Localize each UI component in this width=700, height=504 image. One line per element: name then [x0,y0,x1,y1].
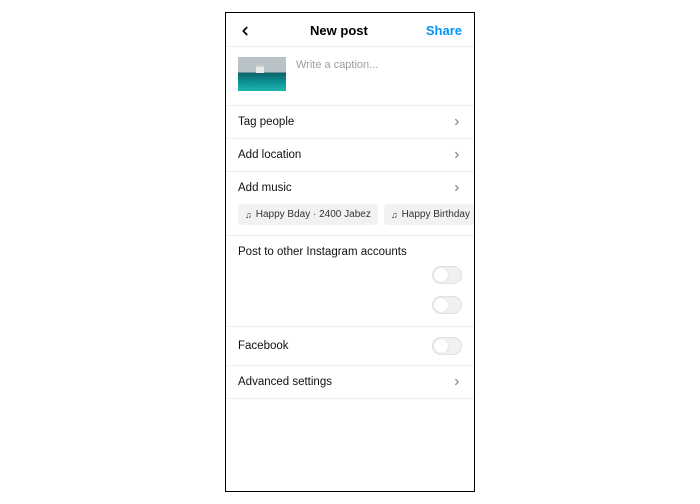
advanced-settings-row[interactable]: Advanced settings [226,366,474,399]
chevron-right-icon [452,183,462,193]
facebook-toggle[interactable] [432,337,462,355]
facebook-label: Facebook [238,340,289,352]
chevron-right-icon [452,377,462,387]
add-music-label: Add music [238,182,292,194]
chevron-right-icon [452,117,462,127]
account-toggle-row-1 [226,260,474,290]
account-toggle-2[interactable] [432,296,462,314]
music-note-icon: ♫ [245,210,252,220]
music-chip-label: Happy Bday · 2400 Jabez [256,209,371,220]
account-toggle-1[interactable] [432,266,462,284]
add-location-label: Add location [238,149,301,161]
caption-row: Write a caption... [226,47,474,106]
facebook-row[interactable]: Facebook [226,327,474,366]
account-toggle-row-2 [226,290,474,320]
music-chip[interactable]: ♫ Happy Bday · 2400 Jabez [238,204,378,225]
share-button[interactable]: Share [426,23,462,38]
add-location-row[interactable]: Add location [226,139,474,172]
header: New post Share [226,13,474,47]
caption-input[interactable]: Write a caption... [296,57,462,71]
add-music-row[interactable]: Add music [226,172,474,204]
tag-people-label: Tag people [238,116,294,128]
back-icon[interactable] [238,24,252,38]
music-chip[interactable]: ♫ Happy Birthday · Jo [384,204,474,225]
music-suggestions: ♫ Happy Bday · 2400 Jabez ♫ Happy Birthd… [226,204,474,236]
page-title: New post [252,23,426,38]
chevron-right-icon [452,150,462,160]
tag-people-row[interactable]: Tag people [226,106,474,139]
post-thumbnail[interactable] [238,57,286,91]
music-note-icon: ♫ [391,210,398,220]
new-post-screen: New post Share Write a caption... Tag pe… [225,12,475,492]
music-chip-label: Happy Birthday · Jo [402,209,474,220]
post-other-accounts-label: Post to other Instagram accounts [226,236,474,260]
advanced-settings-label: Advanced settings [238,376,332,388]
